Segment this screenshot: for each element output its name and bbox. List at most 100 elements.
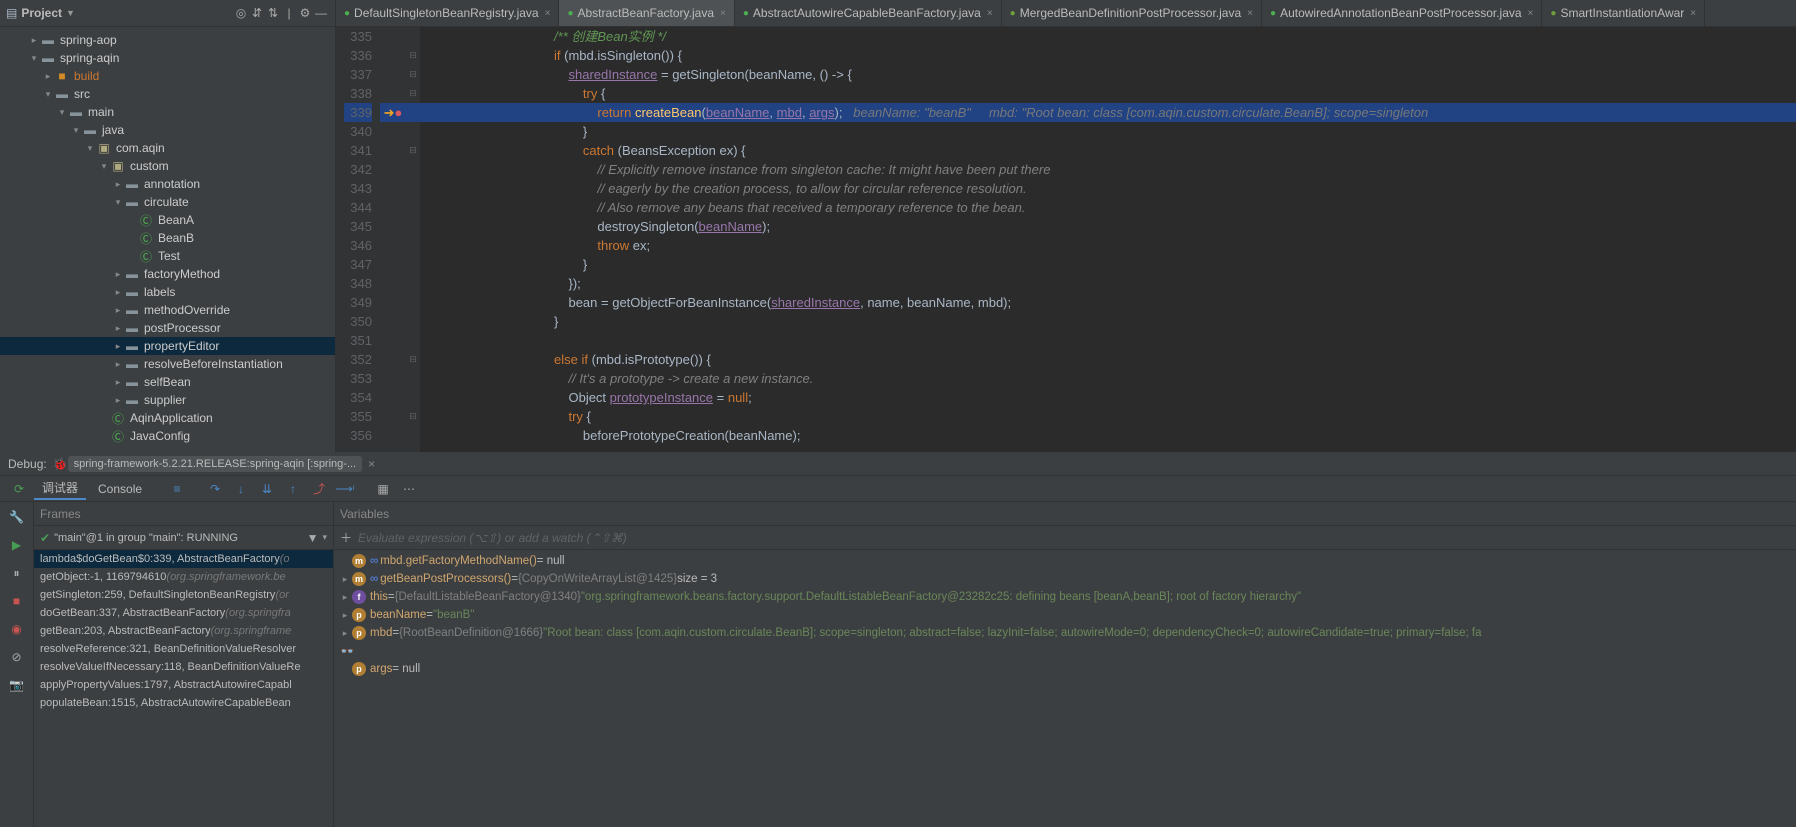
- tree-item[interactable]: ▾▣custom: [0, 157, 335, 175]
- editor-tab[interactable]: ●SmartInstantiationAwar×: [1542, 0, 1705, 26]
- stack-frame[interactable]: getSingleton:259, DefaultSingletonBeanRe…: [34, 586, 333, 604]
- stop-icon[interactable]: ■: [6, 590, 28, 612]
- stack-frame[interactable]: applyPropertyValues:1797, AbstractAutowi…: [34, 676, 333, 694]
- tree-twisty[interactable]: ▾: [112, 197, 124, 208]
- code-body[interactable]: /** 创建Bean实例 */ if (mbd.isSingleton()) {…: [420, 27, 1796, 452]
- camera-icon[interactable]: 📷: [6, 674, 28, 696]
- tree-item[interactable]: ▾▬main: [0, 103, 335, 121]
- tree-twisty[interactable]: ▾: [56, 107, 68, 118]
- stack-frame[interactable]: getObject:-1, 1169794610 (org.springfram…: [34, 568, 333, 586]
- tree-item[interactable]: ▸▬spring-aop: [0, 31, 335, 49]
- editor-tabs[interactable]: ●DefaultSingletonBeanRegistry.java×●Abst…: [336, 0, 1796, 27]
- close-icon[interactable]: ×: [1690, 8, 1696, 19]
- tree-item[interactable]: ▸▬annotation: [0, 175, 335, 193]
- close-icon[interactable]: ×: [720, 8, 726, 19]
- var-twisty[interactable]: ▸: [338, 628, 352, 639]
- close-icon[interactable]: ×: [987, 8, 993, 19]
- target-icon[interactable]: ◎: [233, 5, 249, 21]
- tree-item[interactable]: ▸▬selfBean: [0, 373, 335, 391]
- tree-item[interactable]: ⒸBeanB: [0, 229, 335, 247]
- stack-frame[interactable]: doGetBean:337, AbstractBeanFactory (org.…: [34, 604, 333, 622]
- settings-icon[interactable]: ⚙: [297, 5, 313, 21]
- variable-row[interactable]: pargs = null: [334, 660, 1796, 678]
- editor-tab[interactable]: ●MergedBeanDefinitionPostProcessor.java×: [1002, 0, 1262, 26]
- tree-item[interactable]: ▸▬labels: [0, 283, 335, 301]
- tree-item[interactable]: ▾▬spring-aqin: [0, 49, 335, 67]
- editor-tab[interactable]: ●AbstractBeanFactory.java×: [559, 0, 734, 26]
- project-tree[interactable]: ▸▬spring-aop▾▬spring-aqin▸■build▾▬src▾▬m…: [0, 27, 335, 452]
- close-icon[interactable]: ×: [545, 8, 551, 19]
- close-icon[interactable]: ×: [1528, 8, 1534, 19]
- tree-item[interactable]: ⒸTest: [0, 247, 335, 265]
- tree-twisty[interactable]: ▾: [42, 89, 54, 100]
- tree-item[interactable]: ▾▬src: [0, 85, 335, 103]
- settings-icon[interactable]: 🔧: [6, 506, 28, 528]
- tree-twisty[interactable]: ▸: [112, 179, 124, 190]
- tree-twisty[interactable]: ▸: [112, 269, 124, 280]
- step-over-icon[interactable]: ↷: [204, 478, 226, 500]
- tree-twisty[interactable]: ▸: [112, 359, 124, 370]
- stack-frame[interactable]: populateBean:1515, AbstractAutowireCapab…: [34, 694, 333, 712]
- tab-debugger[interactable]: 调试器: [34, 478, 86, 500]
- var-twisty[interactable]: ▸: [338, 574, 352, 585]
- chevron-down-icon[interactable]: ▾: [322, 532, 327, 543]
- editor-tab[interactable]: ●DefaultSingletonBeanRegistry.java×: [336, 0, 559, 26]
- tree-item[interactable]: ▸■build: [0, 67, 335, 85]
- tree-item[interactable]: ▾▬java: [0, 121, 335, 139]
- tree-twisty[interactable]: ▸: [112, 287, 124, 298]
- fold-column[interactable]: ⊟⊟⊟⊟⊟⊟: [406, 27, 420, 452]
- tree-item[interactable]: ▸▬supplier: [0, 391, 335, 409]
- stack-frame[interactable]: getBean:203, AbstractBeanFactory (org.sp…: [34, 622, 333, 640]
- tree-item[interactable]: ▸▬resolveBeforeInstantiation: [0, 355, 335, 373]
- drop-frame-icon[interactable]: ⤴: [308, 478, 330, 500]
- var-twisty[interactable]: ▸: [338, 592, 352, 603]
- glasses-icon[interactable]: 👓: [334, 642, 1796, 660]
- run-to-cursor-icon[interactable]: ⟶ᶦ: [334, 478, 356, 500]
- add-watch-icon[interactable]: ＋: [340, 529, 352, 546]
- tree-twisty[interactable]: ▾: [70, 125, 82, 136]
- variable-row[interactable]: ▸pbeanName = "beanB": [334, 606, 1796, 624]
- variable-row[interactable]: m∞ mbd.getFactoryMethodName() = null: [334, 552, 1796, 570]
- project-title[interactable]: Project: [21, 6, 62, 20]
- force-step-into-icon[interactable]: ⇊: [256, 478, 278, 500]
- stack-frame[interactable]: lambda$doGetBean$0:339, AbstractBeanFact…: [34, 550, 333, 568]
- debug-config[interactable]: spring-framework-5.2.21.RELEASE:spring-a…: [68, 456, 362, 472]
- variable-row[interactable]: ▸fthis = {DefaultListableBeanFactory@134…: [334, 588, 1796, 606]
- collapse-icon[interactable]: ⇅: [265, 5, 281, 21]
- stack-frame[interactable]: resolveReference:321, BeanDefinitionValu…: [34, 640, 333, 658]
- variable-row[interactable]: ▸pmbd = {RootBeanDefinition@1666} "Root …: [334, 624, 1796, 642]
- close-icon[interactable]: ×: [1247, 8, 1253, 19]
- tree-twisty[interactable]: ▸: [28, 35, 40, 46]
- tree-item[interactable]: ▸▬factoryMethod: [0, 265, 335, 283]
- step-out-icon[interactable]: ↑: [282, 478, 304, 500]
- stack-frames[interactable]: lambda$doGetBean$0:339, AbstractBeanFact…: [34, 550, 333, 827]
- tab-console[interactable]: Console: [90, 478, 150, 500]
- tree-item[interactable]: ⒸJavaConfig: [0, 427, 335, 445]
- tree-twisty[interactable]: ▸: [112, 323, 124, 334]
- breakpoint-icon[interactable]: ●: [395, 103, 403, 122]
- tree-twisty[interactable]: ▸: [42, 71, 54, 82]
- tree-twisty[interactable]: ▸: [112, 341, 124, 352]
- threads-icon[interactable]: ≡: [166, 478, 188, 500]
- filter-icon[interactable]: ▼: [307, 531, 319, 545]
- minimize-icon[interactable]: —: [313, 5, 329, 21]
- variable-list[interactable]: m∞ mbd.getFactoryMethodName() = null▸m∞ …: [334, 550, 1796, 827]
- resume-icon[interactable]: ▶: [6, 534, 28, 556]
- tree-twisty[interactable]: ▸: [112, 305, 124, 316]
- more-icon[interactable]: ⋯: [398, 478, 420, 500]
- pause-icon[interactable]: ⏸: [6, 562, 28, 584]
- var-twisty[interactable]: ▸: [338, 610, 352, 621]
- tree-twisty[interactable]: ▸: [112, 377, 124, 388]
- close-icon[interactable]: ×: [368, 457, 375, 471]
- evaluate-icon[interactable]: ▦: [372, 478, 394, 500]
- stack-frame[interactable]: resolveValueIfNecessary:118, BeanDefinit…: [34, 658, 333, 676]
- code-editor[interactable]: 3353363373383393403413423433443453463473…: [336, 27, 1796, 452]
- editor-tab[interactable]: ●AbstractAutowireCapableBeanFactory.java…: [735, 0, 1002, 26]
- evaluate-bar[interactable]: ＋ Evaluate expression (⌥⇧) or add a watc…: [334, 526, 1796, 550]
- thread-selector[interactable]: ✔ "main"@1 in group "main": RUNNING ▼ ▾: [34, 526, 333, 550]
- tree-item[interactable]: ▾▣com.aqin: [0, 139, 335, 157]
- mute-breakpoints-icon[interactable]: ⊘: [6, 646, 28, 668]
- editor-tab[interactable]: ●AutowiredAnnotationBeanPostProcessor.ja…: [1262, 0, 1542, 26]
- tree-item[interactable]: ▸▬postProcessor: [0, 319, 335, 337]
- tree-item[interactable]: ⒸBeanA: [0, 211, 335, 229]
